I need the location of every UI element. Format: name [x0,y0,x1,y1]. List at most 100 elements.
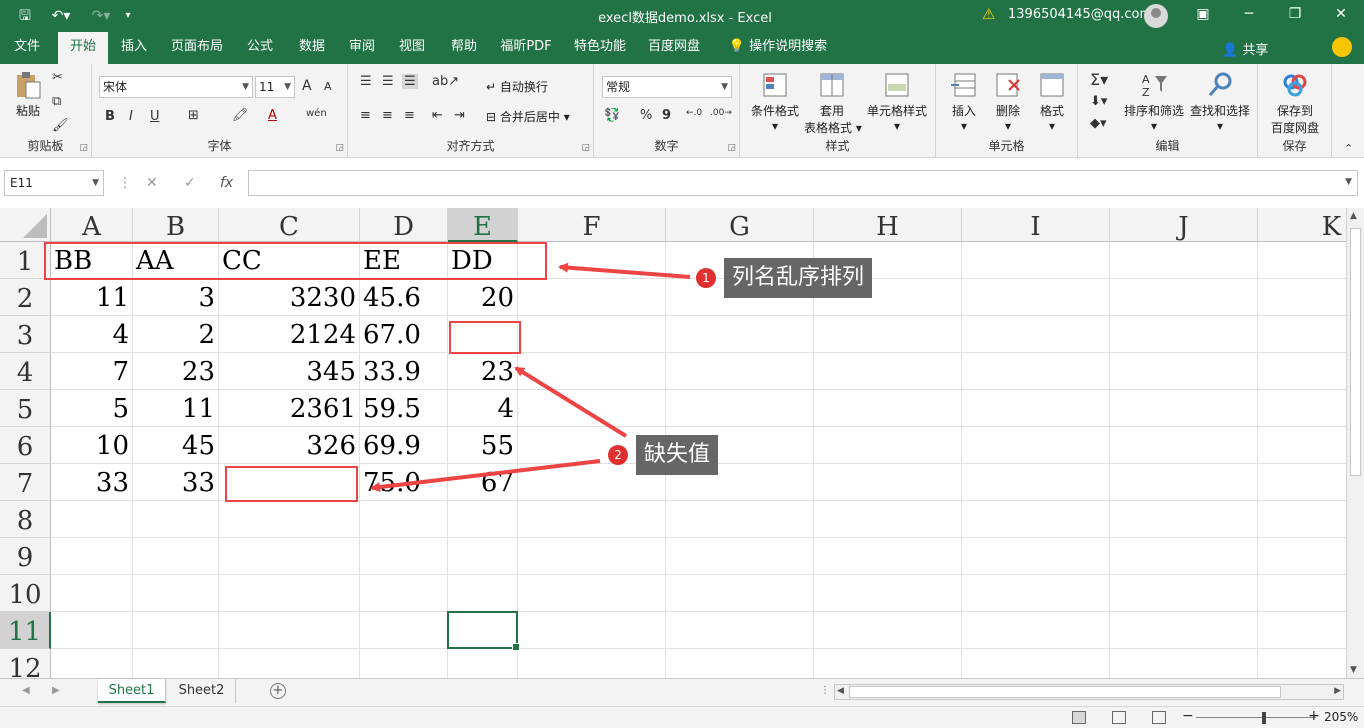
underline-button[interactable]: U [150,109,160,124]
align-middle-icon[interactable]: ☰ [382,74,394,89]
row-header-3[interactable]: 3 [0,316,51,353]
cell-d7[interactable]: 75.0 [360,464,448,501]
cell-h3[interactable] [814,316,962,353]
row-header-4[interactable]: 4 [0,353,51,390]
prev-sheet-icon[interactable]: ◀ [22,685,30,696]
cell-b8[interactable] [133,501,219,538]
cell-d4[interactable]: 33.9 [360,353,448,390]
shrink-font-button[interactable]: A [324,80,332,93]
column-header-a[interactable]: A [51,208,133,242]
cell-h10[interactable] [814,575,962,612]
tab-review[interactable]: 审阅 [340,32,384,64]
align-top-icon[interactable]: ☰ [360,74,372,89]
cell-c3[interactable]: 2124 [219,316,360,353]
cell-g9[interactable] [666,538,814,575]
format-painter-icon[interactable]: 🖌 [52,118,69,133]
cell-h9[interactable] [814,538,962,575]
cell-d3[interactable]: 67.0 [360,316,448,353]
column-header-e[interactable]: E [448,208,518,242]
tab-foxit-pdf[interactable]: 福昕PDF [494,32,558,64]
cell-e12[interactable] [448,649,518,678]
dialog-launcher-icon[interactable]: ◲ [79,143,88,153]
comma-style-button[interactable]: 9 [662,108,671,123]
currency-icon[interactable]: 💱 [604,108,620,123]
cell-i5[interactable] [962,390,1110,427]
italic-button[interactable]: I [129,109,133,124]
cell-f11[interactable] [518,612,666,649]
cell-c4[interactable]: 345 [219,353,360,390]
cell-g8[interactable] [666,501,814,538]
font-size-combo[interactable]: 11 ▼ [255,76,295,98]
row-header-5[interactable]: 5 [0,390,51,427]
cell-h5[interactable] [814,390,962,427]
cell-d12[interactable] [360,649,448,678]
align-right-icon[interactable]: ≡ [404,108,415,123]
cell-a9[interactable] [51,538,133,575]
cell-c8[interactable] [219,501,360,538]
cell-a8[interactable] [51,501,133,538]
next-sheet-icon[interactable]: ▶ [52,685,60,696]
align-left-icon[interactable]: ≡ [360,108,371,123]
zoom-slider[interactable] [1196,717,1316,718]
format-as-table-button[interactable]: 套用 表格格式 ▾ [804,70,862,136]
orientation-icon[interactable]: ab↗ [432,74,459,89]
horizontal-scroll-thumb[interactable] [849,686,1281,698]
cell-k9[interactable] [1258,538,1346,575]
cell-d9[interactable] [360,538,448,575]
grow-font-button[interactable]: A [302,78,312,94]
column-header-h[interactable]: H [814,208,962,242]
cell-k4[interactable] [1258,353,1346,390]
zoom-slider-handle[interactable] [1262,712,1266,724]
cut-icon[interactable]: ✂ [52,70,63,85]
cell-i8[interactable] [962,501,1110,538]
select-all-corner[interactable] [0,208,51,242]
cell-a2[interactable]: 11 [51,279,133,316]
column-header-g[interactable]: G [666,208,814,242]
phonetic-button[interactable]: wén [306,108,327,119]
cell-g12[interactable] [666,649,814,678]
add-sheet-icon[interactable]: + [270,683,286,699]
cell-c12[interactable] [219,649,360,678]
cell-e8[interactable] [448,501,518,538]
decrease-indent-icon[interactable]: ⇤ [432,108,443,123]
cell-b10[interactable] [133,575,219,612]
row-header-2[interactable]: 2 [0,279,51,316]
column-header-k[interactable]: K [1258,208,1346,242]
cell-i10[interactable] [962,575,1110,612]
tab-data[interactable]: 数据 [290,32,334,64]
cell-i1[interactable] [962,242,1110,279]
tab-view[interactable]: 视图 [390,32,434,64]
cell-g10[interactable] [666,575,814,612]
cell-h4[interactable] [814,353,962,390]
save-icon[interactable]: 🖫 [14,6,36,26]
restore-button[interactable]: ❐ [1280,6,1310,22]
cell-i12[interactable] [962,649,1110,678]
cell-f9[interactable] [518,538,666,575]
cell-c9[interactable] [219,538,360,575]
cell-h11[interactable] [814,612,962,649]
cell-g5[interactable] [666,390,814,427]
cell-k11[interactable] [1258,612,1346,649]
cell-f4[interactable] [518,353,666,390]
row-header-8[interactable]: 8 [0,501,51,538]
cell-g4[interactable] [666,353,814,390]
scroll-down-icon[interactable]: ▼ [1350,665,1357,675]
merge-center-button[interactable]: ⊟ 合并后居中 ▾ [486,108,570,125]
cell-i7[interactable] [962,464,1110,501]
cell-j6[interactable] [1110,427,1258,464]
page-layout-view-icon[interactable] [1112,711,1126,724]
row-header-7[interactable]: 7 [0,464,51,501]
scroll-left-icon[interactable]: ◀ [837,686,844,696]
cell-h8[interactable] [814,501,962,538]
font-name-combo[interactable]: 宋体 ▼ [99,76,253,98]
cell-e2[interactable]: 20 [448,279,518,316]
row-header-12[interactable]: 12 [0,649,51,678]
cell-d10[interactable] [360,575,448,612]
cell-k8[interactable] [1258,501,1346,538]
account-name[interactable]: 1396504145@qq.com [1008,7,1152,22]
cell-e5[interactable]: 4 [448,390,518,427]
tab-baidu-netdisk[interactable]: 百度网盘 [642,32,706,64]
increase-indent-icon[interactable]: ⇥ [454,108,465,123]
cell-c5[interactable]: 2361 [219,390,360,427]
ribbon-display-options-icon[interactable]: ▣ [1188,6,1218,22]
